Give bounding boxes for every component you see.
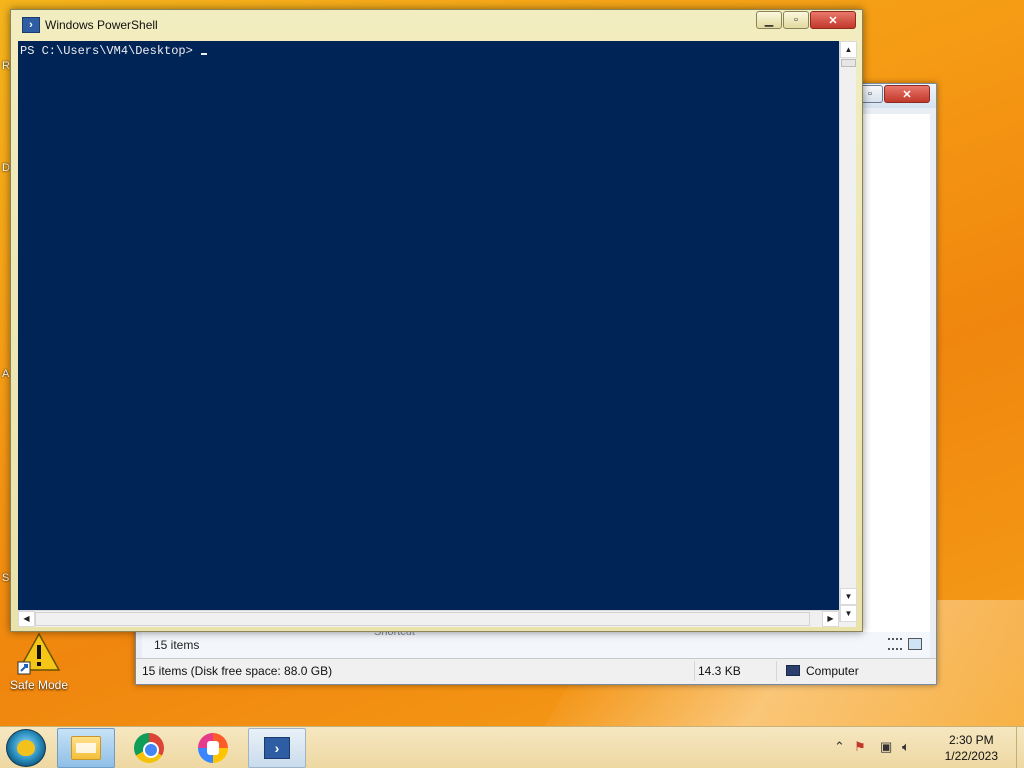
explorer-close-button[interactable]: ✕ — [884, 85, 930, 103]
desktop-edge-label: A — [2, 368, 10, 380]
powershell-window[interactable]: › Windows PowerShell ▁ ▫ ✕ PS C:\Users\V… — [10, 9, 863, 632]
clock-date: 1/22/2023 — [944, 749, 998, 763]
volume-icon[interactable]: 🔈︎ — [902, 739, 910, 755]
desktop-edge-label: R — [2, 60, 10, 72]
console-output[interactable]: PS C:\Users\VM4\Desktop> — [18, 41, 839, 610]
maximize-button[interactable]: ▫ — [783, 11, 809, 29]
maximize-icon: ▫ — [868, 88, 872, 100]
show-hidden-icons-icon[interactable]: ⌃ — [834, 739, 845, 755]
horizontal-scroll-thumb[interactable] — [35, 612, 810, 626]
start-button[interactable] — [6, 729, 46, 767]
vertical-scrollbar[interactable]: ▲ ▼ ▼ — [839, 41, 857, 622]
desktop-icon-label: Safe Mode — [9, 678, 69, 692]
scroll-down-button[interactable]: ▼ — [840, 588, 857, 605]
desktop-icon-safe-mode[interactable]: Safe Mode — [6, 630, 72, 692]
network-icon[interactable]: ▣ — [880, 739, 892, 755]
minimize-icon: ▁ — [764, 14, 774, 27]
chrome-icon — [134, 733, 164, 763]
items-count: 15 items — [154, 638, 200, 652]
text-cursor — [201, 53, 208, 55]
status-size: 14.3 KB — [698, 664, 741, 678]
system-tray: ⌃ ⚑ ▣ 🔈︎ 2:30 PM 1/22/2023 — [824, 727, 1024, 768]
minimize-button[interactable]: ▁ — [756, 11, 782, 29]
horizontal-scrollbar[interactable]: ◀ ▶ — [18, 610, 839, 627]
taskbar-vpn-client[interactable] — [184, 728, 242, 768]
explorer-items-bar: Shortcut 15 items — [142, 626, 930, 658]
desktop-edge-label: S — [2, 572, 10, 584]
close-icon: ✕ — [902, 88, 912, 101]
large-icons-view-icon[interactable] — [908, 638, 922, 650]
folder-icon — [71, 736, 101, 760]
scroll-left-button[interactable]: ◀ — [18, 611, 35, 627]
status-location: Computer — [806, 664, 859, 678]
powershell-icon: › — [264, 737, 290, 759]
close-button[interactable]: ✕ — [810, 11, 856, 29]
console-prompt: PS C:\Users\VM4\Desktop> — [20, 44, 201, 58]
taskbar-powershell[interactable]: › — [248, 728, 306, 768]
taskbar-file-explorer[interactable] — [57, 728, 115, 768]
scroll-corner — [839, 622, 856, 627]
powershell-titlebar[interactable]: › Windows PowerShell ▁ ▫ ✕ — [11, 10, 862, 40]
vertical-scroll-thumb[interactable] — [841, 59, 856, 67]
computer-icon — [786, 665, 800, 676]
action-center-flag-icon[interactable]: ⚑ — [854, 739, 866, 755]
window-title: Windows PowerShell — [45, 18, 158, 32]
scroll-up-button[interactable]: ▲ — [840, 41, 857, 58]
show-desktop-button[interactable] — [1016, 727, 1024, 768]
taskbar-chrome[interactable] — [120, 728, 178, 768]
vpn-icon — [198, 733, 228, 763]
powershell-icon[interactable]: › — [22, 17, 40, 33]
clock[interactable]: 2:30 PM 1/22/2023 — [945, 732, 998, 764]
close-icon: ✕ — [828, 14, 838, 27]
status-divider — [776, 661, 777, 681]
explorer-status-bar: 15 items (Disk free space: 88.0 GB) 14.3… — [136, 658, 936, 684]
details-view-icon[interactable] — [888, 638, 902, 650]
status-summary: 15 items (Disk free space: 88.0 GB) — [142, 664, 333, 678]
taskbar: › ⌃ ⚑ ▣ 🔈︎ 2:30 PM 1/22/2023 — [0, 726, 1024, 768]
scroll-right-button[interactable]: ▶ — [822, 611, 839, 627]
scroll-down-button-secondary[interactable]: ▼ — [840, 605, 857, 622]
maximize-icon: ▫ — [794, 14, 798, 26]
warning-icon — [16, 630, 62, 676]
clock-time: 2:30 PM — [948, 733, 994, 747]
status-divider — [694, 661, 695, 681]
